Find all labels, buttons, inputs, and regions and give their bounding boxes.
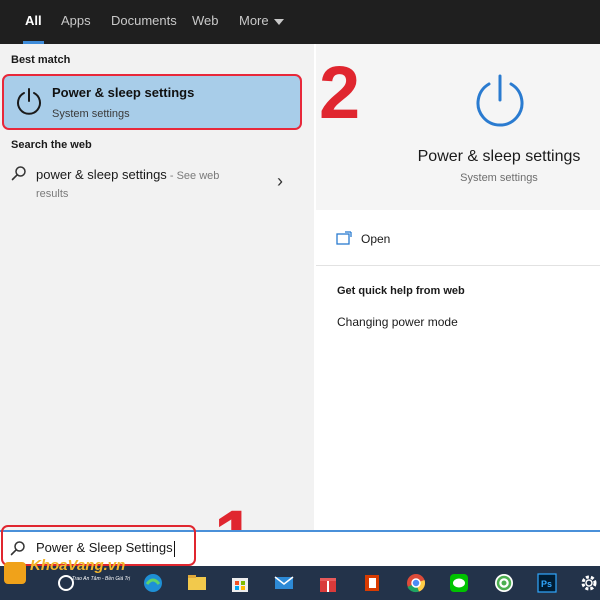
see-web-label: - See web	[166, 170, 220, 182]
svg-text:Ps: Ps	[541, 579, 552, 589]
preview-title: Power & sleep settings	[417, 148, 581, 165]
best-match-result[interactable]: Power & sleep settings System settings	[2, 74, 302, 130]
web-query-text: power & sleep settings	[36, 167, 167, 182]
khoavang-logo	[4, 562, 26, 584]
mail-icon[interactable]	[273, 572, 295, 594]
watermark-brand: KhoaVang.vn	[30, 557, 126, 574]
divider	[316, 265, 600, 266]
tab-more[interactable]: More	[237, 0, 286, 44]
results-pane: Best match Power & sleep settings System…	[0, 44, 314, 530]
green-app-icon[interactable]	[493, 572, 515, 594]
search-tab-bar: All Apps Documents Web More	[0, 0, 600, 44]
line-icon[interactable]	[448, 572, 470, 594]
power-icon-large	[476, 74, 524, 127]
best-match-subtitle: System settings	[52, 108, 130, 120]
chrome-icon[interactable]	[405, 572, 427, 594]
search-web-heading: Search the web	[11, 139, 92, 151]
preview-subtitle: System settings	[460, 172, 538, 184]
file-explorer-icon[interactable]	[186, 572, 208, 594]
khoavang-watermark: KhoaVang.vn Trao An Tâm - Bền Giá Trị	[0, 556, 150, 600]
open-label: Open	[361, 232, 391, 246]
tab-all[interactable]: All	[23, 0, 44, 44]
gift-icon[interactable]	[317, 572, 339, 594]
quick-help-heading: Get quick help from web	[337, 285, 465, 297]
store-icon[interactable]	[229, 572, 251, 594]
best-match-title: Power & sleep settings	[52, 85, 195, 100]
web-search-result[interactable]: power & sleep settings - See web results…	[0, 158, 314, 206]
chevron-right-icon[interactable]: ›	[277, 171, 283, 192]
tab-web[interactable]: Web	[190, 0, 221, 44]
help-link-changing-power-mode[interactable]: Changing power mode	[337, 315, 458, 329]
office-icon[interactable]	[361, 572, 383, 594]
see-web-results-label: results	[36, 188, 69, 200]
settings-icon[interactable]	[578, 572, 600, 594]
open-window-icon	[336, 231, 352, 245]
tab-apps[interactable]: Apps	[59, 0, 93, 44]
watermark-slogan: Trao An Tâm - Bền Giá Trị	[72, 576, 130, 582]
power-icon	[17, 88, 41, 115]
chevron-down-icon	[273, 18, 284, 25]
step-2-annotation: 2	[319, 51, 361, 134]
photoshop-icon[interactable]: Ps	[536, 572, 558, 594]
tab-more-label: More	[239, 13, 269, 28]
search-icon	[11, 166, 26, 181]
tab-documents[interactable]: Documents	[109, 0, 179, 44]
best-match-heading: Best match	[11, 54, 71, 66]
